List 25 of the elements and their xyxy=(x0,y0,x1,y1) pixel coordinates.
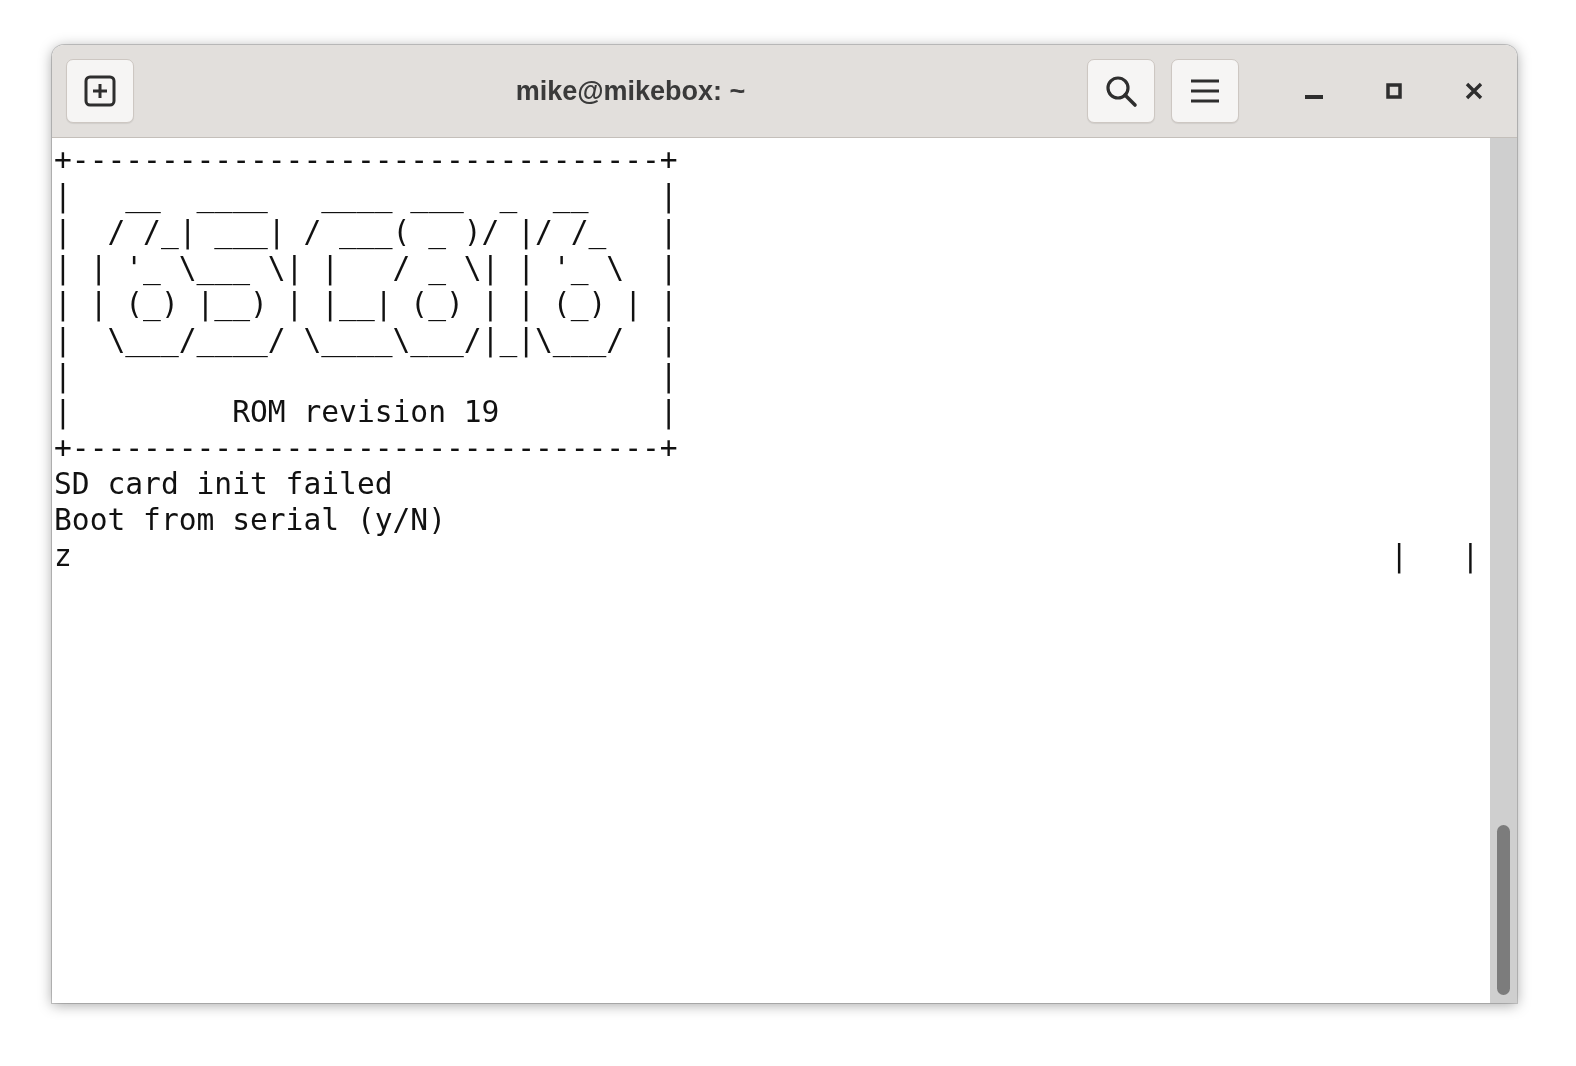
terminal-line: | | xyxy=(54,358,678,394)
scrollbar[interactable] xyxy=(1490,138,1517,1003)
terminal-line: | / /_| ___| / ___( _ )/ |/ /_ | xyxy=(54,214,678,250)
close-icon xyxy=(1465,82,1483,100)
minimize-icon xyxy=(1305,95,1323,101)
terminal-line: | | '_ \___ \| | / _ \| | '_ \ | xyxy=(54,250,678,286)
window-title: mike@mikebox: ~ xyxy=(514,75,747,107)
menu-icon xyxy=(1190,78,1220,104)
terminal-line: | \___/____/ \____\___/|_|\___/ | xyxy=(54,322,678,358)
terminal-line: | ROM revision 19 | xyxy=(54,394,678,430)
terminal-line: | __ ____ ____ ___ _ __ | xyxy=(54,178,678,214)
plus-square-icon xyxy=(83,74,117,108)
new-tab-button[interactable] xyxy=(66,59,134,123)
maximize-icon xyxy=(1386,83,1402,99)
search-icon xyxy=(1104,74,1138,108)
terminal-line: +---------------------------------+ xyxy=(54,430,678,466)
terminal-line: SD card init failed xyxy=(54,466,393,502)
terminal-line: | | (_) |__) | |__| (_) | | (_) | | xyxy=(54,286,678,322)
search-button[interactable] xyxy=(1087,59,1155,123)
terminal-text: | | xyxy=(1390,538,1480,574)
terminal-line: z xyxy=(54,538,73,574)
scrollbar-thumb[interactable] xyxy=(1497,825,1510,995)
terminal-line: +---------------------------------+ xyxy=(54,142,678,178)
menu-button[interactable] xyxy=(1171,59,1239,123)
terminal-line: Boot from serial (y/N) xyxy=(54,502,446,538)
